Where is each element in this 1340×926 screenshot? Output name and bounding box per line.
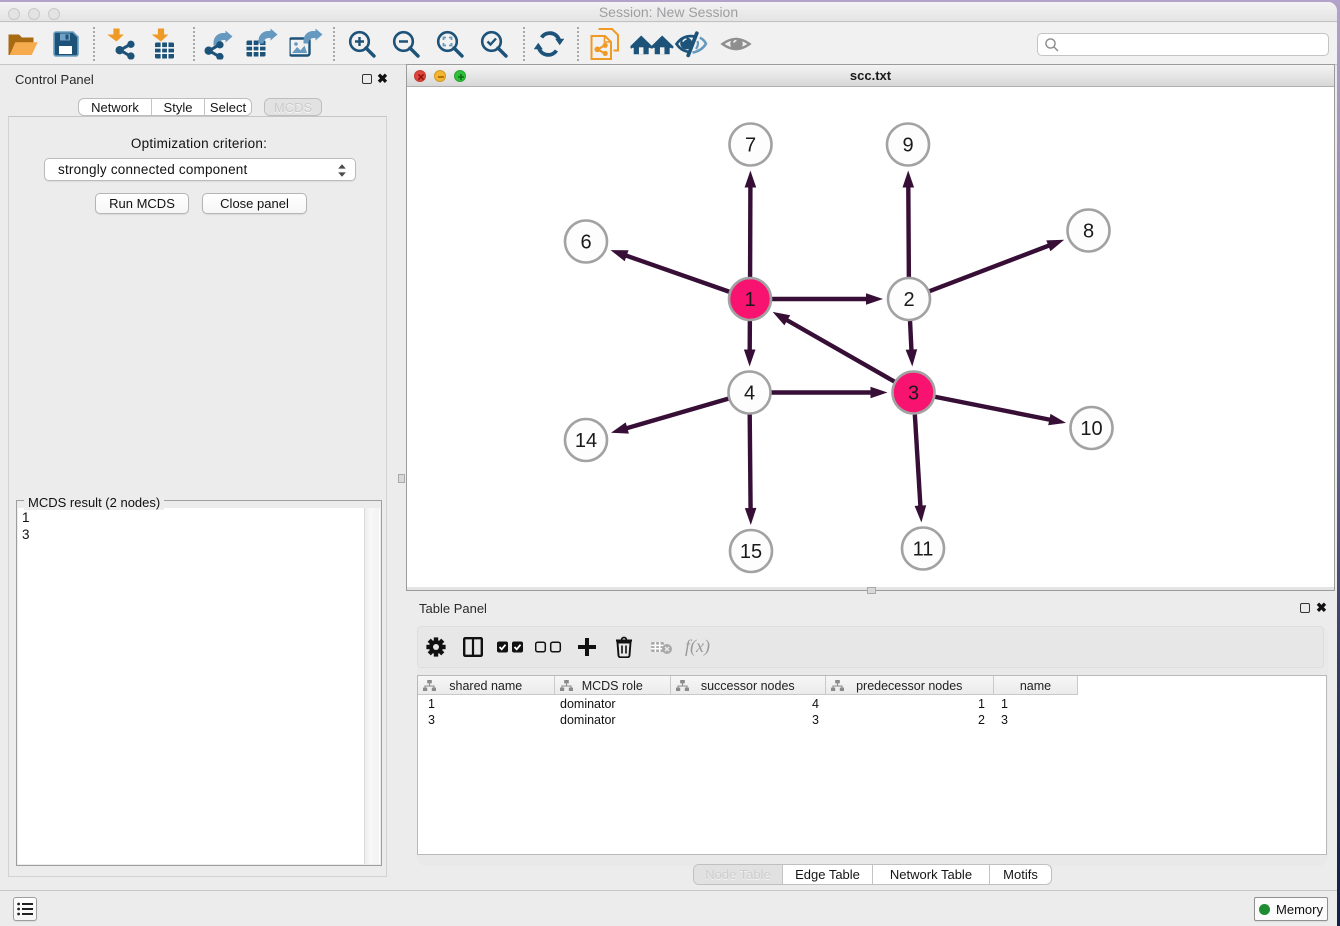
svg-text:1: 1 [744, 289, 755, 311]
svg-text:15: 15 [740, 541, 762, 563]
svg-text:10: 10 [1080, 418, 1102, 440]
svg-text:4: 4 [744, 383, 755, 405]
svg-text:8: 8 [1083, 221, 1094, 243]
svg-text:3: 3 [908, 383, 919, 405]
svg-text:f(x): f(x) [685, 636, 710, 657]
svg-text:2: 2 [903, 289, 914, 311]
svg-text:14: 14 [575, 430, 597, 452]
svg-text:9: 9 [902, 135, 913, 157]
svg-text:6: 6 [580, 232, 591, 254]
svg-text:7: 7 [745, 135, 756, 157]
svg-text:11: 11 [913, 539, 934, 561]
